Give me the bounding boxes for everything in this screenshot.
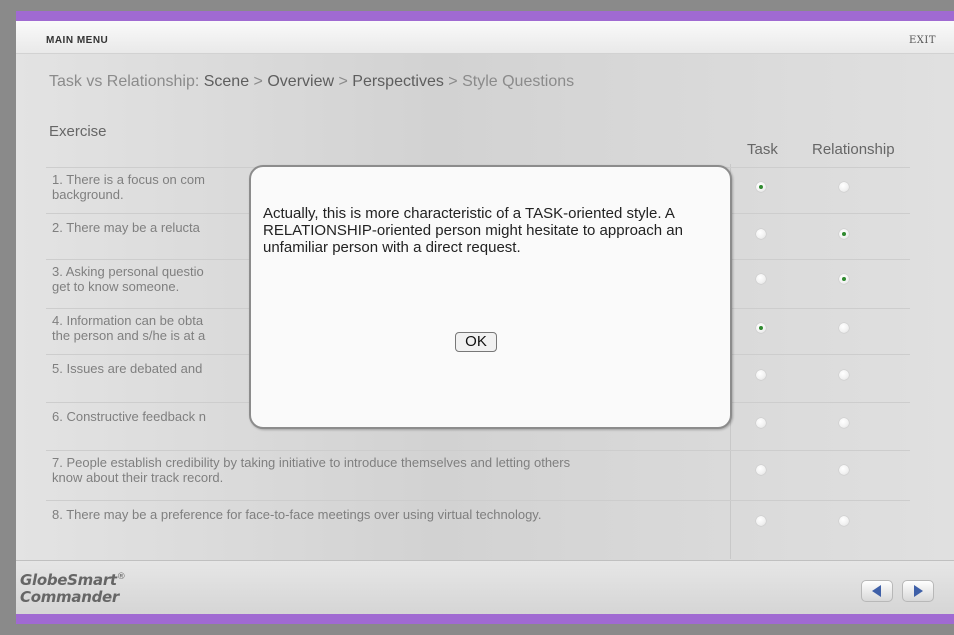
breadcrumb-item[interactable]: Scene xyxy=(204,73,249,90)
question-text: 8. There may be a preference for face-to… xyxy=(52,507,542,522)
relationship-radio[interactable] xyxy=(839,323,849,333)
arrow-right-icon xyxy=(914,585,923,597)
app-window: MAIN MENU EXIT Task vs Relationship: Sce… xyxy=(16,11,954,624)
task-radio[interactable] xyxy=(756,370,766,380)
relationship-radio[interactable] xyxy=(839,229,849,239)
question-text: 7. People establish credibility by takin… xyxy=(52,455,571,485)
previous-button[interactable] xyxy=(861,580,893,602)
top-accent-bar xyxy=(16,11,954,21)
task-radio[interactable] xyxy=(756,516,766,526)
next-button[interactable] xyxy=(902,580,934,602)
dialog-message: Actually, this is more characteristic of… xyxy=(263,205,683,256)
task-radio[interactable] xyxy=(756,323,766,333)
breadcrumb-separator: > xyxy=(334,73,353,90)
main-menu-link[interactable]: MAIN MENU xyxy=(46,35,108,46)
exit-link[interactable]: EXIT xyxy=(909,35,936,46)
breadcrumb-separator: > xyxy=(443,73,463,90)
relationship-radio[interactable] xyxy=(839,274,849,284)
exercise-title: Exercise xyxy=(49,123,107,140)
logo-registered-mark: ® xyxy=(116,572,126,582)
feedback-dialog: Actually, this is more characteristic of… xyxy=(249,165,732,429)
logo-line-1: GlobeSmart xyxy=(20,571,117,589)
bottom-accent-bar xyxy=(16,614,954,624)
question-row: 7. People establish credibility by takin… xyxy=(46,450,910,501)
relationship-radio[interactable] xyxy=(839,465,849,475)
column-header-relationship: Relationship xyxy=(812,141,895,158)
relationship-radio[interactable] xyxy=(839,370,849,380)
breadcrumb-item[interactable]: Style Questions xyxy=(462,73,574,90)
column-header-task: Task xyxy=(747,141,778,158)
top-bar xyxy=(16,21,954,54)
breadcrumb-item[interactable]: Overview xyxy=(267,73,334,90)
ok-button[interactable]: OK xyxy=(455,332,497,352)
globesmart-logo: GlobeSmart® Commander xyxy=(20,569,126,606)
logo-line-2: Commander xyxy=(20,588,119,606)
relationship-radio[interactable] xyxy=(839,516,849,526)
footer: GlobeSmart® Commander xyxy=(16,560,954,615)
question-row: 8. There may be a preference for face-to… xyxy=(46,500,910,547)
arrow-left-icon xyxy=(872,585,881,597)
relationship-radio[interactable] xyxy=(839,418,849,428)
breadcrumb-separator: > xyxy=(249,73,268,90)
breadcrumb: Task vs Relationship: Scene > Overview >… xyxy=(49,73,574,91)
breadcrumb-prefix: Task vs Relationship: xyxy=(49,73,204,90)
breadcrumb-item[interactable]: Perspectives xyxy=(352,73,444,90)
task-radio[interactable] xyxy=(756,274,766,284)
task-radio[interactable] xyxy=(756,229,766,239)
task-radio[interactable] xyxy=(756,418,766,428)
task-radio[interactable] xyxy=(756,465,766,475)
task-radio[interactable] xyxy=(756,182,766,192)
relationship-radio[interactable] xyxy=(839,182,849,192)
